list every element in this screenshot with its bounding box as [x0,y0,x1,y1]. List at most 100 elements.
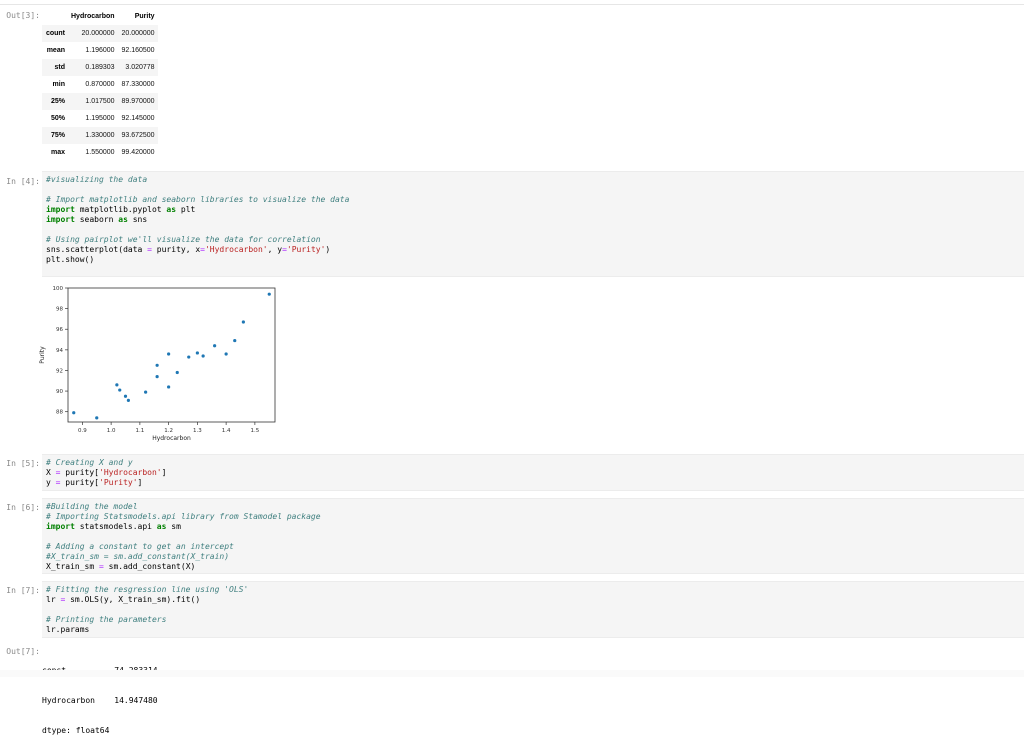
table-row: min 0.870000 87.330000 [42,76,158,93]
code-token: sm.add_constant(X) [103,562,196,571]
table-row: max 1.550000 99.420000 [42,144,158,161]
cell-hydrocarbon: 0.189303 [85,64,115,71]
code-cell-in6[interactable]: #Building the model # Importing Statsmode… [42,498,1024,574]
cell-hydrocarbon: 1.330000 [85,132,115,139]
bottom-bar [0,670,1024,677]
table-header-row: Hydrocarbon Purity [42,8,158,25]
cell-hydrocarbon: 20.000000 [81,30,115,37]
top-divider [0,4,1024,5]
code-token: ] [137,478,143,487]
x-tick-label: 1.3 [193,428,202,434]
row-label: max [50,149,65,156]
code-token: X [46,468,56,477]
data-point [155,363,159,367]
cell-hydrocarbon: 1.017500 [85,98,115,105]
code-token: import [46,522,75,531]
cell-purity: 3.020778 [125,64,155,71]
code-token: as [166,205,177,214]
data-point [123,394,128,398]
code-line: import matplotlib.pyplot as plt [46,205,1024,215]
in4-prompt: In [4]: [6,177,40,186]
code-token: 'Purity' [286,245,326,254]
code-token: # Using pairplot we'll visualize the dat… [46,235,321,244]
y-tick-label: 90 [56,389,63,395]
cell-hydrocarbon: 1.196000 [85,47,115,54]
x-tick-label: 1.0 [107,428,116,434]
code-line: # Using pairplot we'll visualize the dat… [46,235,1024,245]
table-row: 75% 1.330000 93.672500 [42,127,158,144]
data-point [195,351,199,355]
code-token: # Import matplotlib and seaborn librarie… [46,195,350,204]
x-tick-label: 1.5 [251,428,260,434]
scatter-plot: 0.9 1.0 1.1 1.2 1.3 1.4 1.5 88 90 92 94 96 98 100 Hyd… [39,286,276,442]
data-point [175,370,179,375]
out7-output: const 74.283314 Hydrocarbon 14.947480 dt… [42,646,158,746]
data-point [72,411,76,415]
data-point [241,320,245,324]
code-token: y [46,478,56,487]
code-token: sm.OLS(y, X_train_sm).fit() [65,595,201,604]
row-label: 50% [50,115,65,122]
code-token: #Building the model [46,502,138,511]
code-token: lr.params [46,625,90,634]
data-point [155,375,159,379]
y-tick-label: 96 [56,327,63,333]
cell-purity: 89.970000 [121,98,155,105]
code-token: sns [127,215,148,224]
in6-prompt: In [6]: [6,503,40,512]
x-tick-label: 1.4 [222,428,231,434]
code-line: y = purity['Purity'] [46,478,1024,488]
code-token: sns.scatterplot(data [46,245,148,254]
describe-table: Hydrocarbon Purity count 20.000000 20.0000… [42,8,158,161]
in7-prompt: In [7]: [6,586,40,595]
code-line: #visualizing the data [46,175,1024,185]
row-label: mean [46,47,65,54]
row-label: std [54,64,66,71]
table-row: 25% 1.017500 89.970000 [42,93,158,110]
y-axis-label: Purity [39,346,46,364]
code-token: X_train_sm [46,562,99,571]
code-cell-in5[interactable]: # Creating X and yX = purity['Hydrocarbo… [42,454,1024,491]
data-point [126,398,130,402]
code-token: plt.show() [46,255,95,264]
code-token: purity[ [60,468,99,477]
output-line: Hydrocarbon 14.947480 [42,696,158,705]
code-token: 'Purity' [99,478,138,487]
x-axis-label: Hydrocarbon [152,435,191,442]
code-token: 'Hydrocarbon' [99,468,162,477]
x-tick-label: 1.1 [136,428,145,434]
cell-purity: 92.145000 [121,115,155,122]
code-cell-in7[interactable]: # Fitting the resgression line using 'OL… [42,581,1024,638]
code-line: # Adding a constant to get an intercept [46,542,1024,552]
row-label: 25% [50,98,65,105]
table-row: 50% 1.195000 92.145000 [42,110,158,127]
output-line: dtype: float64 [42,726,110,735]
cell-purity: 20.000000 [121,30,155,37]
data-point [167,352,171,356]
code-token: purity, x [151,245,201,254]
x-tick-label: 0.9 [78,428,87,434]
code-line: X_train_sm = sm.add_constant(X) [46,562,1024,572]
cell-purity: 92.160500 [121,47,155,54]
data-point [144,390,148,394]
code-token: as [156,522,167,531]
code-line: # Creating X and y [46,458,1024,468]
code-token: import [46,205,75,214]
code-token: , y [267,245,283,254]
code-token: seaborn [74,215,119,224]
code-token: as [118,215,128,224]
out7-prompt: Out[7]: [6,647,40,656]
plot-frame [67,287,276,423]
code-line: #X_train_sm = sm.add_constant(X_train) [46,552,1024,562]
cell-purity: 87.330000 [121,81,155,88]
code-line: # Printing the parameters [46,615,1024,625]
code-token: ] [161,468,167,477]
y-tick-label: 94 [56,348,63,354]
code-token: # Importing Statsmodels.api library from… [46,512,321,521]
code-cell-in4[interactable]: #visualizing the data # Import matplotlib… [42,171,1024,277]
code-line: sns.scatterplot(data = purity, x='Hydroc… [46,245,1024,255]
code-token: # Creating X and y [46,458,133,467]
cell-hydrocarbon: 1.195000 [85,115,115,122]
code-token: #visualizing the data [46,175,148,184]
row-label: 75% [50,132,65,139]
